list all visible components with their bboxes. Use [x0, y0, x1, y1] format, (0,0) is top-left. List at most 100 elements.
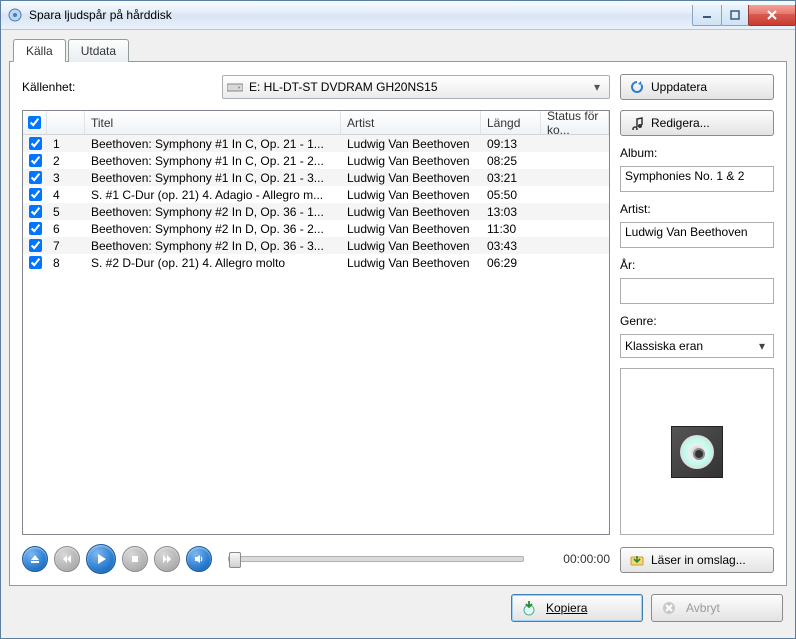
row-checkbox-cell	[23, 239, 47, 252]
row-checkbox[interactable]	[29, 154, 42, 167]
header-artist[interactable]: Artist	[341, 111, 481, 134]
cancel-button[interactable]: Avbryt	[651, 594, 783, 622]
table-row[interactable]: 5Beethoven: Symphony #2 In D, Op. 36 - 1…	[23, 203, 609, 220]
row-title: Beethoven: Symphony #2 In D, Op. 36 - 3.…	[85, 239, 341, 253]
album-field[interactable]: Symphonies No. 1 & 2	[620, 166, 774, 192]
row-checkbox[interactable]	[29, 188, 42, 201]
row-checkbox[interactable]	[29, 256, 42, 269]
row-artist: Ludwig Van Beethoven	[341, 205, 481, 219]
table-row[interactable]: 1Beethoven: Symphony #1 In C, Op. 21 - 1…	[23, 135, 609, 152]
row-length: 11:30	[481, 222, 541, 236]
row-num: 2	[47, 154, 85, 168]
cover-art-box	[620, 368, 774, 535]
row-checkbox-cell	[23, 205, 47, 218]
chevron-down-icon: ▾	[589, 80, 605, 94]
row-length: 08:25	[481, 154, 541, 168]
header-length[interactable]: Längd	[481, 111, 541, 134]
row-num: 7	[47, 239, 85, 253]
row-num: 5	[47, 205, 85, 219]
header-num[interactable]	[47, 111, 85, 134]
row-title: S. #2 D-Dur (op. 21) 4. Allegro molto	[85, 256, 341, 270]
row-artist: Ludwig Van Beethoven	[341, 239, 481, 253]
copy-disc-icon	[520, 599, 538, 617]
top-side-buttons: Uppdatera	[620, 74, 774, 100]
volume-button[interactable]	[186, 546, 212, 572]
window-buttons	[693, 5, 796, 25]
row-num: 3	[47, 171, 85, 185]
close-button[interactable]	[748, 5, 796, 26]
row-checkbox-cell	[23, 137, 47, 150]
source-unit-label: Källenhet:	[22, 80, 212, 94]
load-cover-label: Läser in omslag...	[651, 553, 746, 567]
bottom-bar: Kopiera Avbryt	[9, 586, 787, 630]
row-length: 06:29	[481, 256, 541, 270]
table-row[interactable]: 3Beethoven: Symphony #1 In C, Op. 21 - 3…	[23, 169, 609, 186]
header-status[interactable]: Status för ko...	[541, 111, 609, 134]
content-row: Titel Artist Längd Status för ko... 1Bee…	[22, 110, 774, 573]
window: Spara ljudspår på hårddisk Källa Utdata …	[0, 0, 796, 639]
load-cover-button[interactable]: Läser in omslag...	[620, 547, 774, 573]
window-title: Spara ljudspår på hårddisk	[29, 8, 693, 22]
row-checkbox-cell	[23, 256, 47, 269]
edit-label: Redigera...	[651, 116, 710, 130]
cd-case-icon	[671, 426, 723, 478]
row-checkbox-cell	[23, 171, 47, 184]
row-title: Beethoven: Symphony #1 In C, Op. 21 - 1.…	[85, 137, 341, 151]
row-checkbox-cell	[23, 222, 47, 235]
year-field[interactable]	[620, 278, 774, 304]
refresh-icon	[629, 79, 645, 95]
eject-button[interactable]	[22, 546, 48, 572]
select-all-checkbox[interactable]	[28, 116, 41, 129]
genre-label: Genre:	[620, 314, 774, 328]
row-num: 1	[47, 137, 85, 151]
drive-combo[interactable]: E: HL-DT-ST DVDRAM GH20NS15 ▾	[222, 75, 610, 99]
table-row[interactable]: 7Beethoven: Symphony #2 In D, Op. 36 - 3…	[23, 237, 609, 254]
grid-header: Titel Artist Längd Status för ko...	[23, 111, 609, 135]
row-title: Beethoven: Symphony #2 In D, Op. 36 - 1.…	[85, 205, 341, 219]
table-row[interactable]: 6Beethoven: Symphony #2 In D, Op. 36 - 2…	[23, 220, 609, 237]
tabs: Källa Utdata	[9, 38, 787, 61]
time-display: 00:00:00	[540, 552, 610, 566]
table-row[interactable]: 4S. #1 C-Dur (op. 21) 4. Adagio - Allegr…	[23, 186, 609, 203]
update-button[interactable]: Uppdatera	[620, 74, 774, 100]
maximize-button[interactable]	[721, 5, 749, 26]
album-label: Album:	[620, 146, 774, 160]
row-length: 05:50	[481, 188, 541, 202]
row-title: Beethoven: Symphony #1 In C, Op. 21 - 2.…	[85, 154, 341, 168]
artist-field[interactable]: Ludwig Van Beethoven	[620, 222, 774, 248]
edit-button[interactable]: Redigera...	[620, 110, 774, 136]
genre-value: Klassiska eran	[625, 339, 755, 353]
app-icon	[7, 7, 23, 23]
row-checkbox[interactable]	[29, 171, 42, 184]
copy-button[interactable]: Kopiera	[511, 594, 643, 622]
tab-output[interactable]: Utdata	[68, 39, 129, 62]
artist-label: Artist:	[620, 202, 774, 216]
genre-select[interactable]: Klassiska eran ▾	[620, 334, 774, 358]
cd-icon	[680, 435, 714, 469]
play-button[interactable]	[86, 544, 116, 574]
folder-arrow-icon	[629, 552, 645, 568]
table-row[interactable]: 8S. #2 D-Dur (op. 21) 4. Allegro moltoLu…	[23, 254, 609, 271]
row-checkbox[interactable]	[29, 239, 42, 252]
chevron-down-icon: ▾	[755, 339, 769, 353]
stop-button[interactable]	[122, 546, 148, 572]
header-title[interactable]: Titel	[85, 111, 341, 134]
tab-source[interactable]: Källa	[13, 39, 66, 62]
seek-slider[interactable]	[228, 556, 524, 562]
row-artist: Ludwig Van Beethoven	[341, 188, 481, 202]
prev-button[interactable]	[54, 546, 80, 572]
row-checkbox[interactable]	[29, 137, 42, 150]
row-length: 13:03	[481, 205, 541, 219]
minimize-button[interactable]	[692, 5, 722, 26]
left-column: Titel Artist Längd Status för ko... 1Bee…	[22, 110, 610, 573]
row-checkbox-cell	[23, 188, 47, 201]
table-row[interactable]: 2Beethoven: Symphony #1 In C, Op. 21 - 2…	[23, 152, 609, 169]
slider-thumb[interactable]	[229, 552, 241, 568]
next-button[interactable]	[154, 546, 180, 572]
source-row: Källenhet: E: HL-DT-ST DVDRAM GH20NS15 ▾…	[22, 74, 774, 100]
row-checkbox[interactable]	[29, 222, 42, 235]
titlebar: Spara ljudspår på hårddisk	[1, 1, 795, 30]
row-checkbox[interactable]	[29, 205, 42, 218]
row-title: Beethoven: Symphony #2 In D, Op. 36 - 2.…	[85, 222, 341, 236]
header-checkbox[interactable]	[23, 111, 47, 134]
